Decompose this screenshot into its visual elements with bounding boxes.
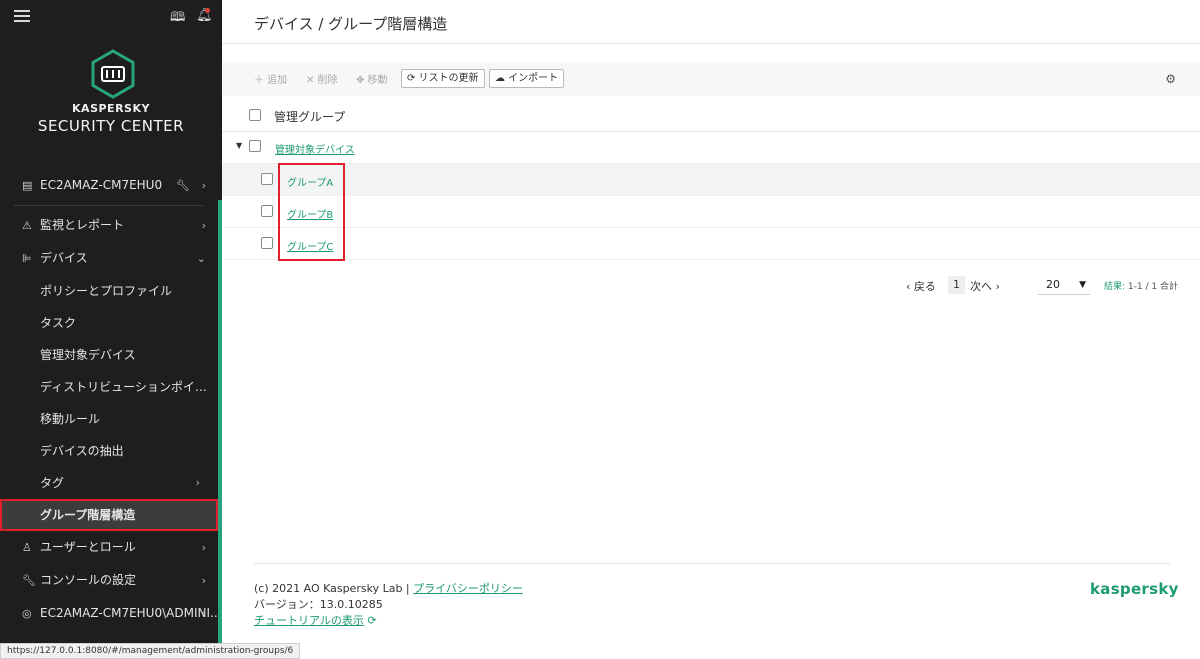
browser-status-url: https://127.0.0.1:8080/#/management/admi… <box>0 643 301 659</box>
sidebar-item-console-settings[interactable]: 🔧︎ コンソールの設定 › <box>0 564 218 597</box>
warning-icon: ⚠ <box>22 219 32 232</box>
tutorial-link[interactable]: チュートリアルの表示 <box>254 614 364 627</box>
toolbar: ＋ 追加 ✕ 削除 ✥ 移動 ⟳ リストの更新 ☁ インポート ⚙ <box>222 62 1200 96</box>
sidebar-subitem-move-rules[interactable]: 移動ルール <box>0 403 210 435</box>
copyright-text: (c) 2021 AO Kaspersky Lab | <box>254 582 414 595</box>
footer-copyright: (c) 2021 AO Kaspersky Lab | プライバシーポリシー <box>254 580 523 596</box>
main-content: デバイス / グループ階層構造 ＋ 追加 ✕ 削除 ✥ 移動 ⟳ リストの更新 … <box>222 0 1200 659</box>
table-row: グループA <box>222 164 1200 196</box>
title-bar: デバイス / グループ階層構造 <box>222 0 1200 44</box>
sidebar-subitem-tasks[interactable]: タスク <box>0 307 210 339</box>
move-button[interactable]: ✥ 移動 <box>356 71 388 86</box>
sidebar-subitem-device-selections[interactable]: デバイスの抽出 <box>0 435 210 467</box>
sidebar-top-icons: 🕮 🔔︎ <box>0 8 222 30</box>
sidebar-item-label: コンソールの設定 <box>40 573 137 587</box>
kaspersky-wordmark: kaspersky <box>1090 580 1179 598</box>
table-header: 管理グループ <box>222 99 1200 132</box>
footer-version: バージョン：13.0.10285 <box>254 598 383 611</box>
collapse-caret-icon[interactable]: ▼ <box>236 141 242 150</box>
filter-settings-icon[interactable]: ⚙ <box>1165 72 1176 86</box>
page-size-select[interactable]: 20 ▼ <box>1038 276 1090 295</box>
refresh-icon: ⟳ <box>367 614 377 627</box>
result-value: 1-1 / 1 合計 <box>1127 282 1178 292</box>
chevron-down-icon: ▼ <box>1079 280 1086 290</box>
wrench-icon: 🔧︎ <box>22 574 36 587</box>
divider <box>14 205 204 206</box>
sidebar-item-users-roles[interactable]: ♙ ユーザーとロール › <box>0 531 218 564</box>
highlight-box <box>278 163 345 261</box>
add-button[interactable]: ＋ 追加 <box>254 71 287 86</box>
notification-dot <box>205 8 210 13</box>
sidebar: 🕮 🔔︎ KASPERSKY SECURITY CENTER ▤ EC2AMAZ… <box>0 0 222 659</box>
column-header-group: 管理グループ <box>274 110 346 124</box>
import-button[interactable]: ☁ インポート <box>489 69 565 88</box>
chevron-right-icon: › <box>201 179 206 192</box>
sidebar-item-label: 監視とレポート <box>40 218 125 232</box>
footer-tutorial: チュートリアルの表示 ⟳ <box>254 612 377 628</box>
refresh-list-button[interactable]: ⟳ リストの更新 <box>401 69 485 88</box>
footer-divider <box>254 563 1170 564</box>
sidebar-item-label: タグ <box>40 476 65 490</box>
sidebar-item-label: EC2AMAZ-CM7EHU0\ADMINI... <box>40 606 222 620</box>
row-checkbox[interactable] <box>261 205 273 217</box>
page-number[interactable]: 1 <box>948 276 965 294</box>
result-count: 結果: 1-1 / 1 合計 <box>1104 279 1178 292</box>
next-page-button[interactable]: 次へ › <box>970 278 1000 294</box>
account-icon: ◎ <box>22 607 32 620</box>
row-checkbox[interactable] <box>249 140 261 152</box>
page-size-value: 20 <box>1046 278 1060 291</box>
menu-icon[interactable] <box>14 10 30 24</box>
select-all-checkbox[interactable] <box>249 109 261 121</box>
table-row: グループC <box>222 228 1200 260</box>
sidebar-item-label: ユーザーとロール <box>40 540 136 554</box>
group-link-managed-devices[interactable]: 管理対象デバイス <box>275 141 355 156</box>
sidebar-item-account[interactable]: ◎ EC2AMAZ-CM7EHU0\ADMINI... › <box>0 597 222 630</box>
hierarchy-icon: ⊫ <box>22 252 32 265</box>
row-checkbox[interactable] <box>261 237 273 249</box>
table-row: ▼ 管理対象デバイス <box>222 132 1200 164</box>
chevron-right-icon: › <box>201 607 206 620</box>
chevron-right-icon: › <box>201 219 206 232</box>
table-row: グループB <box>222 196 1200 228</box>
sidebar-subitem-tags[interactable]: タグ › <box>0 467 210 499</box>
sidebar-item-monitoring[interactable]: ⚠ 監視とレポート › <box>0 209 218 242</box>
brand-name: KASPERSKY <box>72 102 150 115</box>
sidebar-subitem-group-hierarchy[interactable]: グループ階層構造 <box>0 499 218 531</box>
product-name: SECURITY CENTER <box>37 117 185 135</box>
sidebar-item-server[interactable]: ▤ EC2AMAZ-CM7EHU0 🔧︎ › <box>0 169 218 202</box>
sidebar-subitem-policies[interactable]: ポリシーとプロファイル <box>0 275 210 307</box>
chevron-right-icon: › <box>195 476 200 489</box>
sidebar-subitem-managed-devices[interactable]: 管理対象デバイス <box>0 339 210 371</box>
sidebar-item-label: デバイス <box>40 251 88 265</box>
sidebar-item-label: EC2AMAZ-CM7EHU0 <box>40 178 163 192</box>
chevron-down-icon: ⌄ <box>196 252 206 265</box>
sidebar-item-devices[interactable]: ⊫ デバイス ⌄ <box>0 242 218 275</box>
sidebar-nav: ▤ EC2AMAZ-CM7EHU0 🔧︎ › ⚠ 監視とレポート › ⊫ デバイ… <box>0 169 222 630</box>
privacy-policy-link[interactable]: プライバシーポリシー <box>413 582 523 595</box>
chevron-right-icon: › <box>201 541 206 554</box>
delete-button[interactable]: ✕ 削除 <box>306 71 338 86</box>
kaspersky-logo-icon <box>91 49 135 99</box>
book-icon[interactable]: 🕮 <box>170 8 185 30</box>
page-title: デバイス / グループ階層構造 <box>254 15 448 33</box>
server-icon: ▤ <box>22 179 33 192</box>
prev-page-button[interactable]: ‹ 戻る <box>906 278 936 294</box>
user-icon: ♙ <box>22 541 32 554</box>
result-label: 結果: <box>1104 282 1126 292</box>
wrench-icon[interactable]: 🔧︎ <box>176 169 190 202</box>
sidebar-subitem-distribution-points[interactable]: ディストリビューションポイン... <box>0 371 210 403</box>
app-root: 🕮 🔔︎ KASPERSKY SECURITY CENTER ▤ EC2AMAZ… <box>0 0 1200 659</box>
row-checkbox[interactable] <box>261 173 273 185</box>
chevron-right-icon: › <box>201 574 206 587</box>
